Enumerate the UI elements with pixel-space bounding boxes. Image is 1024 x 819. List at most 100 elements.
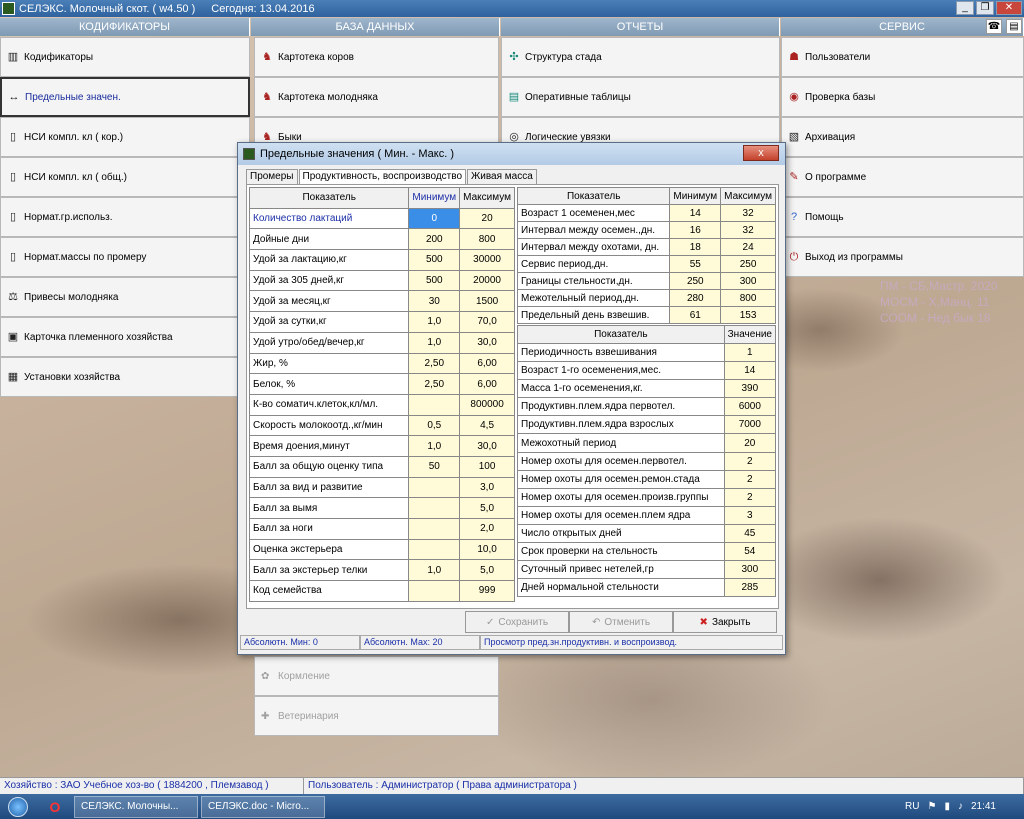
language-indicator[interactable]: RU <box>905 801 919 812</box>
min-cell[interactable]: 0,5 <box>408 414 461 437</box>
value-cell[interactable]: 300 <box>723 560 777 580</box>
max-cell[interactable]: 30,0 <box>459 435 515 457</box>
max-cell[interactable]: 100 <box>459 455 515 478</box>
menu-item-nsi-cows[interactable]: ▯ НСИ компл. кл ( кор.) <box>0 117 250 157</box>
max-cell[interactable]: 30,0 <box>459 331 515 354</box>
max-cell[interactable]: 5,0 <box>459 497 515 519</box>
max-cell[interactable]: 3,0 <box>459 476 515 499</box>
min-cell[interactable]: 61 <box>669 306 722 324</box>
min-cell[interactable] <box>408 393 461 416</box>
max-cell[interactable]: 70,0 <box>459 311 515 333</box>
menu-item-norm-mass[interactable]: ▯ Нормат.массы по промеру <box>0 237 250 277</box>
network-icon[interactable]: ▮ <box>944 801 950 812</box>
menu-item-cow-registry[interactable]: ♞ Картотека коров <box>254 37 499 77</box>
max-cell[interactable]: 10,0 <box>459 538 515 561</box>
max-cell[interactable]: 20 <box>459 207 515 230</box>
menu-item-limit-values[interactable]: ↔ Предельные значен. <box>0 77 250 117</box>
minimize-button[interactable]: _ <box>956 1 974 15</box>
menu-item-veterinary[interactable]: ✚ Ветеринария <box>254 696 499 736</box>
max-cell[interactable]: 5,0 <box>459 559 515 582</box>
menu-item-farm-card[interactable]: ▣ Карточка племенного хозяйства <box>0 317 250 357</box>
menu-item-nsi-general[interactable]: ▯ НСИ компл. кл ( общ.) <box>0 157 250 197</box>
document-icon[interactable]: ▤ <box>1006 19 1022 34</box>
max-cell[interactable]: 800000 <box>459 393 515 416</box>
max-cell[interactable]: 32 <box>720 204 776 222</box>
min-cell[interactable] <box>408 497 461 519</box>
value-cell[interactable]: 2 <box>723 487 777 507</box>
menu-item-norm-groups[interactable]: ▯ Нормат.гр.использ. <box>0 197 250 237</box>
menu-item-users[interactable]: ☗ Пользователи <box>781 37 1024 77</box>
min-cell[interactable]: 18 <box>669 238 722 256</box>
taskbar-task-word[interactable]: СЕЛЭКС.doc - Micro... <box>201 795 325 818</box>
start-button[interactable] <box>0 795 36 819</box>
min-cell[interactable]: 2,50 <box>408 352 461 375</box>
value-cell[interactable]: 1 <box>723 342 777 363</box>
min-cell[interactable]: 500 <box>408 269 461 292</box>
clock[interactable]: 21:41 <box>971 801 996 812</box>
value-cell[interactable]: 6000 <box>723 397 777 417</box>
menu-item-db-check[interactable]: ◉ Проверка базы <box>781 77 1024 117</box>
value-cell[interactable]: 54 <box>723 542 777 562</box>
min-cell[interactable] <box>408 518 461 540</box>
menu-item-archive[interactable]: ▧ Архивация <box>781 117 1024 157</box>
close-dialog-button[interactable]: ✖ Закрыть <box>673 611 777 633</box>
value-cell[interactable]: 3 <box>723 505 777 525</box>
tab-productivity[interactable]: Продуктивность, воспроизводство <box>298 169 467 184</box>
max-cell[interactable]: 800 <box>720 289 776 307</box>
dialog-close-button[interactable]: x <box>743 145 779 161</box>
value-cell[interactable]: 390 <box>723 379 777 399</box>
max-cell[interactable]: 6,00 <box>459 352 515 375</box>
value-cell[interactable]: 285 <box>723 578 777 598</box>
cancel-button[interactable]: ↶ Отменить <box>569 611 673 633</box>
min-cell[interactable]: 16 <box>669 221 722 239</box>
value-cell[interactable]: 14 <box>723 361 777 381</box>
min-cell[interactable]: 0 <box>408 207 461 230</box>
flag-icon[interactable]: ⚑ <box>927 801 936 812</box>
menu-item-help[interactable]: ? Помощь <box>781 197 1024 237</box>
min-cell[interactable]: 50 <box>408 455 461 478</box>
save-button[interactable]: ✓ Сохранить <box>465 611 569 633</box>
value-cell[interactable]: 45 <box>723 523 777 544</box>
min-cell[interactable]: 1,0 <box>408 311 461 333</box>
max-cell[interactable]: 6,00 <box>459 373 515 395</box>
max-cell[interactable]: 30000 <box>459 249 515 271</box>
max-cell[interactable]: 153 <box>720 306 776 324</box>
max-cell[interactable]: 1500 <box>459 290 515 313</box>
min-cell[interactable]: 55 <box>669 255 722 273</box>
tab-measurements[interactable]: Промеры <box>246 169 298 184</box>
min-cell[interactable] <box>408 538 461 561</box>
volume-icon[interactable]: ♪ <box>958 801 963 812</box>
max-cell[interactable]: 250 <box>720 255 776 273</box>
max-cell[interactable]: 2,0 <box>459 518 515 540</box>
close-button[interactable]: ✕ <box>996 1 1022 15</box>
value-cell[interactable]: 20 <box>723 433 777 453</box>
menu-item-farm-settings[interactable]: ▦ Установки хозяйства <box>0 357 250 397</box>
max-cell[interactable]: 4,5 <box>459 414 515 437</box>
max-cell[interactable]: 20000 <box>459 269 515 292</box>
menu-item-about[interactable]: ✎ О программе <box>781 157 1024 197</box>
max-cell[interactable]: 24 <box>720 238 776 256</box>
menu-item-feeding[interactable]: ✿ Кормление <box>254 656 499 696</box>
menu-item-exit[interactable]: ⏻ Выход из программы <box>781 237 1024 277</box>
min-cell[interactable]: 500 <box>408 249 461 271</box>
max-cell[interactable]: 300 <box>720 272 776 290</box>
tab-live-weight[interactable]: Живая масса <box>467 169 537 184</box>
min-cell[interactable] <box>408 476 461 499</box>
min-cell[interactable] <box>408 580 461 602</box>
menu-item-calf-registry[interactable]: ♞ Картотека молодняка <box>254 77 499 117</box>
menu-item-operative-tables[interactable]: ▤ Оперативные таблицы <box>501 77 780 117</box>
min-cell[interactable]: 280 <box>669 289 722 307</box>
max-cell[interactable]: 999 <box>459 580 515 602</box>
min-cell[interactable]: 1,0 <box>408 435 461 457</box>
menu-item-calf-gain[interactable]: ⚖ Привесы молодняка <box>0 277 250 317</box>
menu-item-herd-structure[interactable]: ✣ Структура стада <box>501 37 780 77</box>
restore-button[interactable]: ❐ <box>976 1 994 15</box>
min-cell[interactable]: 2,50 <box>408 373 461 395</box>
min-cell[interactable]: 250 <box>669 272 722 290</box>
min-cell[interactable]: 14 <box>669 204 722 222</box>
min-cell[interactable]: 30 <box>408 290 461 313</box>
max-cell[interactable]: 32 <box>720 221 776 239</box>
min-cell[interactable]: 1,0 <box>408 331 461 354</box>
menu-item-codifiers[interactable]: ▥ Кодификаторы <box>0 37 250 77</box>
value-cell[interactable]: 2 <box>723 469 777 489</box>
